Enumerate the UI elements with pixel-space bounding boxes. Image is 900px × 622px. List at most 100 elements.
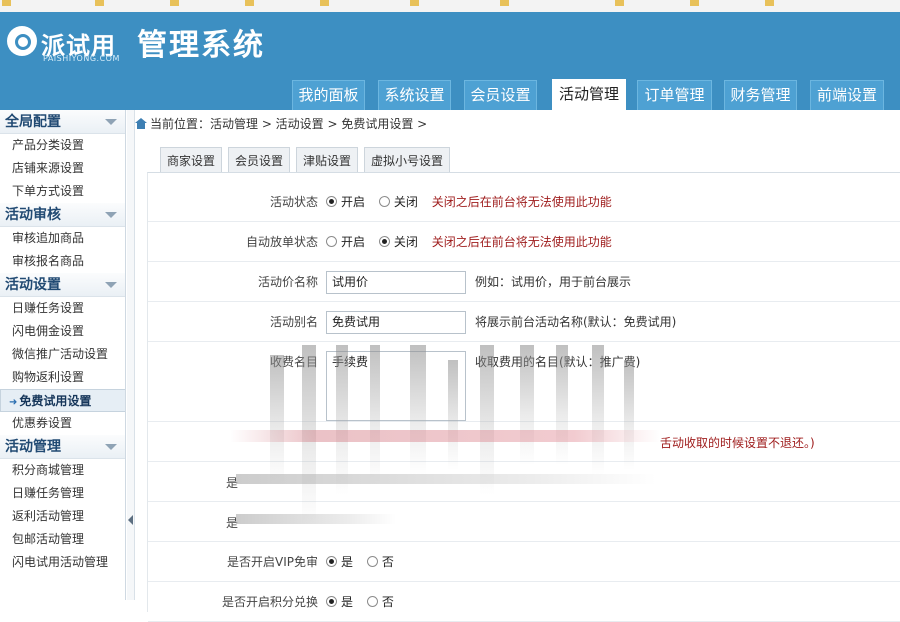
bookmark-item[interactable] — [500, 0, 512, 8]
sidebar-item-flash-commission-settings[interactable]: 闪电佣金设置 — [0, 320, 125, 343]
radio-label: 否 — [381, 595, 394, 609]
breadcrumb-text: 当前位置：活动管理 > 活动设置 > 免费试用设置 > — [150, 117, 428, 131]
sidebar-section-title: 活动管理 — [5, 439, 61, 455]
bookmark-item[interactable] — [410, 0, 422, 8]
radio-auto-settle-off[interactable] — [378, 236, 390, 247]
hint-text: 收取费用的名目(默认：推广费) — [475, 355, 641, 369]
sidebar-item-shop-source[interactable]: 店铺来源设置 — [0, 157, 125, 180]
sidebar-item-free-shipping-management[interactable]: 包邮活动管理 — [0, 528, 125, 551]
subtab-virtual-account-settings[interactable]: 虚拟小号设置 — [364, 147, 450, 173]
radio-vip-yes[interactable] — [326, 556, 337, 567]
sidebar-section-global[interactable]: 全局配置 — [0, 110, 125, 134]
field-label: 收费名目 — [269, 355, 318, 369]
tab-my-panel[interactable]: 我的面板 — [292, 80, 365, 110]
subtab-allowance-settings[interactable]: 津贴设置 — [296, 147, 358, 173]
sidebar-item-review-added-products[interactable]: 审核追加商品 — [0, 227, 125, 250]
tab-member-settings[interactable]: 会员设置 — [464, 80, 537, 110]
settings-form: 活动状态 开启 关闭 关闭之后在前台将无法使用此功能 自动放单状态 开启 关闭 … — [147, 172, 900, 622]
radio-label: 关闭 — [393, 195, 418, 209]
warning-text: 关闭之后在前台将无法使用此功能 — [431, 235, 612, 249]
field-label: 是 — [226, 516, 239, 530]
system-title: 管理系统 — [137, 28, 265, 63]
sidebar-item-shopping-rebate-settings[interactable]: 购物返利设置 — [0, 366, 125, 389]
bookmark-item[interactable] — [170, 0, 182, 8]
browser-bookmark-bar — [0, 0, 900, 12]
radio-label: 否 — [381, 555, 394, 569]
form-row-activity-status: 活动状态 开启 关闭 关闭之后在前台将无法使用此功能 — [148, 182, 900, 222]
sidebar-item-rebate-management[interactable]: 返利活动管理 — [0, 505, 125, 528]
sidebar-item-daily-task-management[interactable]: 日赚任务管理 — [0, 482, 125, 505]
radio-auto-settle-on[interactable] — [326, 236, 337, 247]
field-label: 活动价名称 — [257, 275, 318, 289]
warning-text: 关闭之后在前台将无法使用此功能 — [431, 195, 612, 209]
form-row-fee-name: 收费名目 手续费 收取费用的名目(默认：推广费) — [148, 342, 900, 422]
sidebar-collapse-handle[interactable] — [127, 110, 135, 600]
form-row-refund: 舌动收取的时候设置不退还。) — [148, 422, 900, 462]
bookmark-item[interactable] — [615, 0, 627, 8]
sidebar-section-activity-settings[interactable]: 活动设置 — [0, 273, 125, 297]
bookmark-item[interactable] — [95, 0, 107, 8]
radio-points-yes[interactable] — [326, 596, 337, 607]
logo-subtitle: PAISHIYONG.COM — [43, 54, 120, 63]
logo-icon — [7, 26, 37, 56]
breadcrumb: 当前位置：活动管理 > 活动设置 > 免费试用设置 > — [135, 115, 427, 132]
collapse-arrow-icon[interactable] — [105, 119, 117, 125]
collapse-arrow-icon[interactable] — [105, 282, 117, 288]
app-header: 派试用 PAISHIYONG.COM 管理系统 我的面板 系统设置 会员设置 活… — [0, 12, 900, 110]
price-name-input[interactable]: 试用价 — [326, 271, 466, 294]
sidebar-item-free-trial-settings[interactable]: 免费试用设置 — [0, 389, 125, 412]
sidebar-item-points-mall[interactable]: 积分商城管理 — [0, 459, 125, 482]
sidebar-item-wechat-promo-settings[interactable]: 微信推广活动设置 — [0, 343, 125, 366]
tab-activity-management[interactable]: 活动管理 — [552, 79, 626, 110]
sidebar-item-daily-task-settings[interactable]: 日赚任务设置 — [0, 297, 125, 320]
bookmark-item[interactable] — [245, 0, 257, 8]
field-label: 是否开启积分兑换 — [221, 595, 318, 609]
sidebar-section-title: 活动审核 — [5, 207, 61, 223]
form-row-points-exchange: 是否开启积分兑换 是 否 — [148, 582, 900, 622]
bookmark-item[interactable] — [320, 0, 332, 8]
form-row-price-name: 活动价名称 试用价 例如：试用价，用于前台展示 — [148, 262, 900, 302]
sidebar-item-review-signup-products[interactable]: 审核报名商品 — [0, 250, 125, 273]
tab-frontend-settings[interactable]: 前端设置 — [810, 80, 884, 110]
sidebar-item-coupon-settings[interactable]: 优惠券设置 — [0, 412, 125, 435]
sidebar-item-product-category[interactable]: 产品分类设置 — [0, 134, 125, 157]
radio-activity-off[interactable] — [378, 196, 390, 207]
form-row-obscured-2: 是 — [148, 502, 900, 542]
field-label: 自动放单状态 — [245, 235, 318, 249]
subtab-merchant-settings[interactable]: 商家设置 — [160, 147, 222, 173]
home-icon[interactable] — [135, 118, 147, 129]
tab-system-settings[interactable]: 系统设置 — [378, 80, 451, 110]
radio-vip-no[interactable] — [366, 556, 378, 567]
sidebar-section-review[interactable]: 活动审核 — [0, 203, 125, 227]
sidebar-item-order-method[interactable]: 下单方式设置 — [0, 180, 125, 203]
form-row-obscured-1: 是 — [148, 462, 900, 502]
form-row-alias: 活动别名 免费试用 将展示前台活动名称(默认：免费试用) — [148, 302, 900, 342]
radio-label: 开启 — [341, 195, 366, 209]
field-label: 活动状态 — [269, 195, 318, 209]
collapse-arrow-icon[interactable] — [105, 212, 117, 218]
tab-finance-management[interactable]: 财务管理 — [724, 80, 797, 110]
hint-text: 例如：试用价，用于前台展示 — [475, 275, 632, 289]
radio-label: 关闭 — [393, 235, 418, 249]
sidebar-item-flash-trial-management[interactable]: 闪电试用活动管理 — [0, 551, 125, 574]
radio-label: 是 — [341, 555, 354, 569]
bookmark-item[interactable] — [2, 0, 14, 8]
radio-activity-on[interactable] — [326, 196, 337, 207]
field-label: 活动别名 — [269, 315, 318, 329]
form-row-auto-settle: 自动放单状态 开启 关闭 关闭之后在前台将无法使用此功能 — [148, 222, 900, 262]
collapse-arrow-icon[interactable] — [105, 444, 117, 450]
tab-order-management[interactable]: 订单管理 — [637, 80, 712, 110]
sidebar-section-activity-management[interactable]: 活动管理 — [0, 435, 125, 459]
radio-points-no[interactable] — [366, 596, 378, 607]
fee-name-input[interactable]: 手续费 — [326, 351, 466, 421]
alias-input[interactable]: 免费试用 — [326, 311, 466, 334]
sidebar-section-title: 活动设置 — [5, 277, 61, 293]
sidebar: 全局配置 产品分类设置 店铺来源设置 下单方式设置 活动审核 审核追加商品 审核… — [0, 110, 126, 600]
bookmark-item[interactable] — [765, 0, 777, 8]
collapse-left-icon — [128, 515, 133, 525]
radio-label: 开启 — [341, 235, 366, 249]
refund-note-text: 舌动收取的时候设置不退还。) — [660, 436, 815, 450]
hint-text: 将展示前台活动名称(默认：免费试用) — [475, 315, 677, 329]
subtab-member-settings[interactable]: 会员设置 — [228, 147, 290, 173]
bookmark-item[interactable] — [690, 0, 702, 8]
